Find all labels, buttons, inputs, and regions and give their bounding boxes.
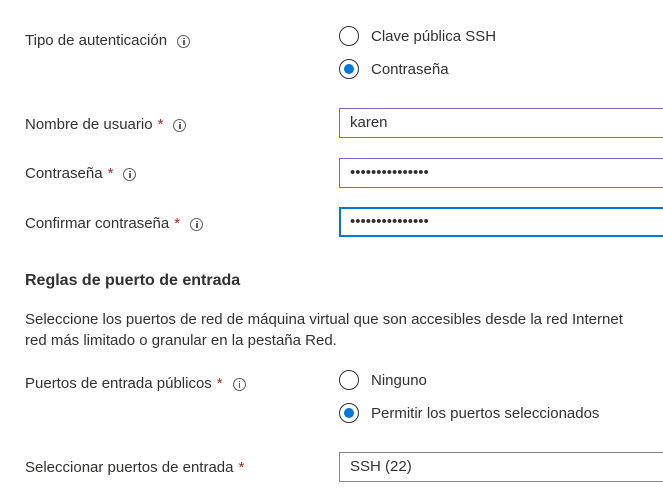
info-icon[interactable]	[190, 217, 204, 231]
radio-none-label: Ninguno	[371, 371, 427, 389]
info-icon[interactable]	[177, 34, 191, 48]
auth-type-label: Tipo de autenticación	[25, 31, 191, 51]
radio-password[interactable]: Contraseña	[339, 59, 449, 79]
radio-button-icon[interactable]	[339, 26, 359, 46]
username-value: karen	[350, 114, 388, 131]
username-input[interactable]: karen	[339, 108, 663, 138]
public-ports-label: Puertos de entrada públicos *	[25, 374, 246, 394]
radio-allow-selected-ports[interactable]: Permitir los puertos seleccionados	[339, 403, 599, 423]
radio-button-icon[interactable]	[339, 370, 359, 390]
info-icon[interactable]	[123, 167, 137, 181]
password-input[interactable]: •••••••••••••••	[339, 158, 663, 188]
username-label-text: Nombre de usuario	[25, 116, 153, 133]
info-icon[interactable]	[173, 118, 187, 132]
password-label: Contraseña *	[25, 164, 137, 184]
password-value: •••••••••••••••	[350, 164, 429, 181]
auth-type-label-text: Tipo de autenticación	[25, 32, 168, 49]
required-asterisk: *	[174, 215, 181, 232]
radio-button-selected-icon[interactable]	[339, 59, 359, 79]
info-icon[interactable]	[232, 377, 246, 391]
password-label-text: Contraseña	[25, 165, 103, 182]
required-asterisk: *	[107, 165, 114, 182]
confirm-password-label: Confirmar contraseña *	[25, 214, 204, 234]
select-ports-label-text: Seleccionar puertos de entrada	[25, 459, 234, 476]
description-line: Seleccione los puertos de red de máquina…	[25, 311, 623, 328]
confirm-password-value: •••••••••••••••	[350, 213, 429, 230]
required-asterisk: *	[238, 459, 245, 476]
radio-ssh-public-key[interactable]: Clave pública SSH	[339, 26, 496, 46]
confirm-password-input[interactable]: •••••••••••••••	[339, 207, 663, 237]
radio-allow-selected-ports-label: Permitir los puertos seleccionados	[371, 404, 600, 422]
select-ports-value: SSH (22)	[350, 458, 412, 475]
username-label: Nombre de usuario *	[25, 115, 187, 135]
required-asterisk: *	[157, 116, 164, 133]
select-ports-dropdown[interactable]: SSH (22)	[339, 452, 663, 482]
select-ports-label: Seleccionar puertos de entrada *	[25, 458, 244, 478]
inbound-rules-heading: Reglas de puerto de entrada	[25, 272, 241, 289]
radio-ssh-public-key-label: Clave pública SSH	[371, 27, 497, 45]
confirm-password-label-text: Confirmar contraseña	[25, 215, 170, 232]
description-line: red más limitado o granular en la pestañ…	[25, 332, 337, 349]
public-ports-label-text: Puertos de entrada públicos	[25, 375, 212, 392]
inbound-rules-description: Seleccione los puertos de red de máquina…	[25, 309, 663, 351]
vm-admin-account-form: Tipo de autenticación Clave pública SSH …	[0, 0, 663, 500]
radio-password-label: Contraseña	[371, 60, 449, 78]
required-asterisk: *	[216, 375, 223, 392]
radio-none[interactable]: Ninguno	[339, 370, 427, 390]
radio-button-selected-icon[interactable]	[339, 403, 359, 423]
